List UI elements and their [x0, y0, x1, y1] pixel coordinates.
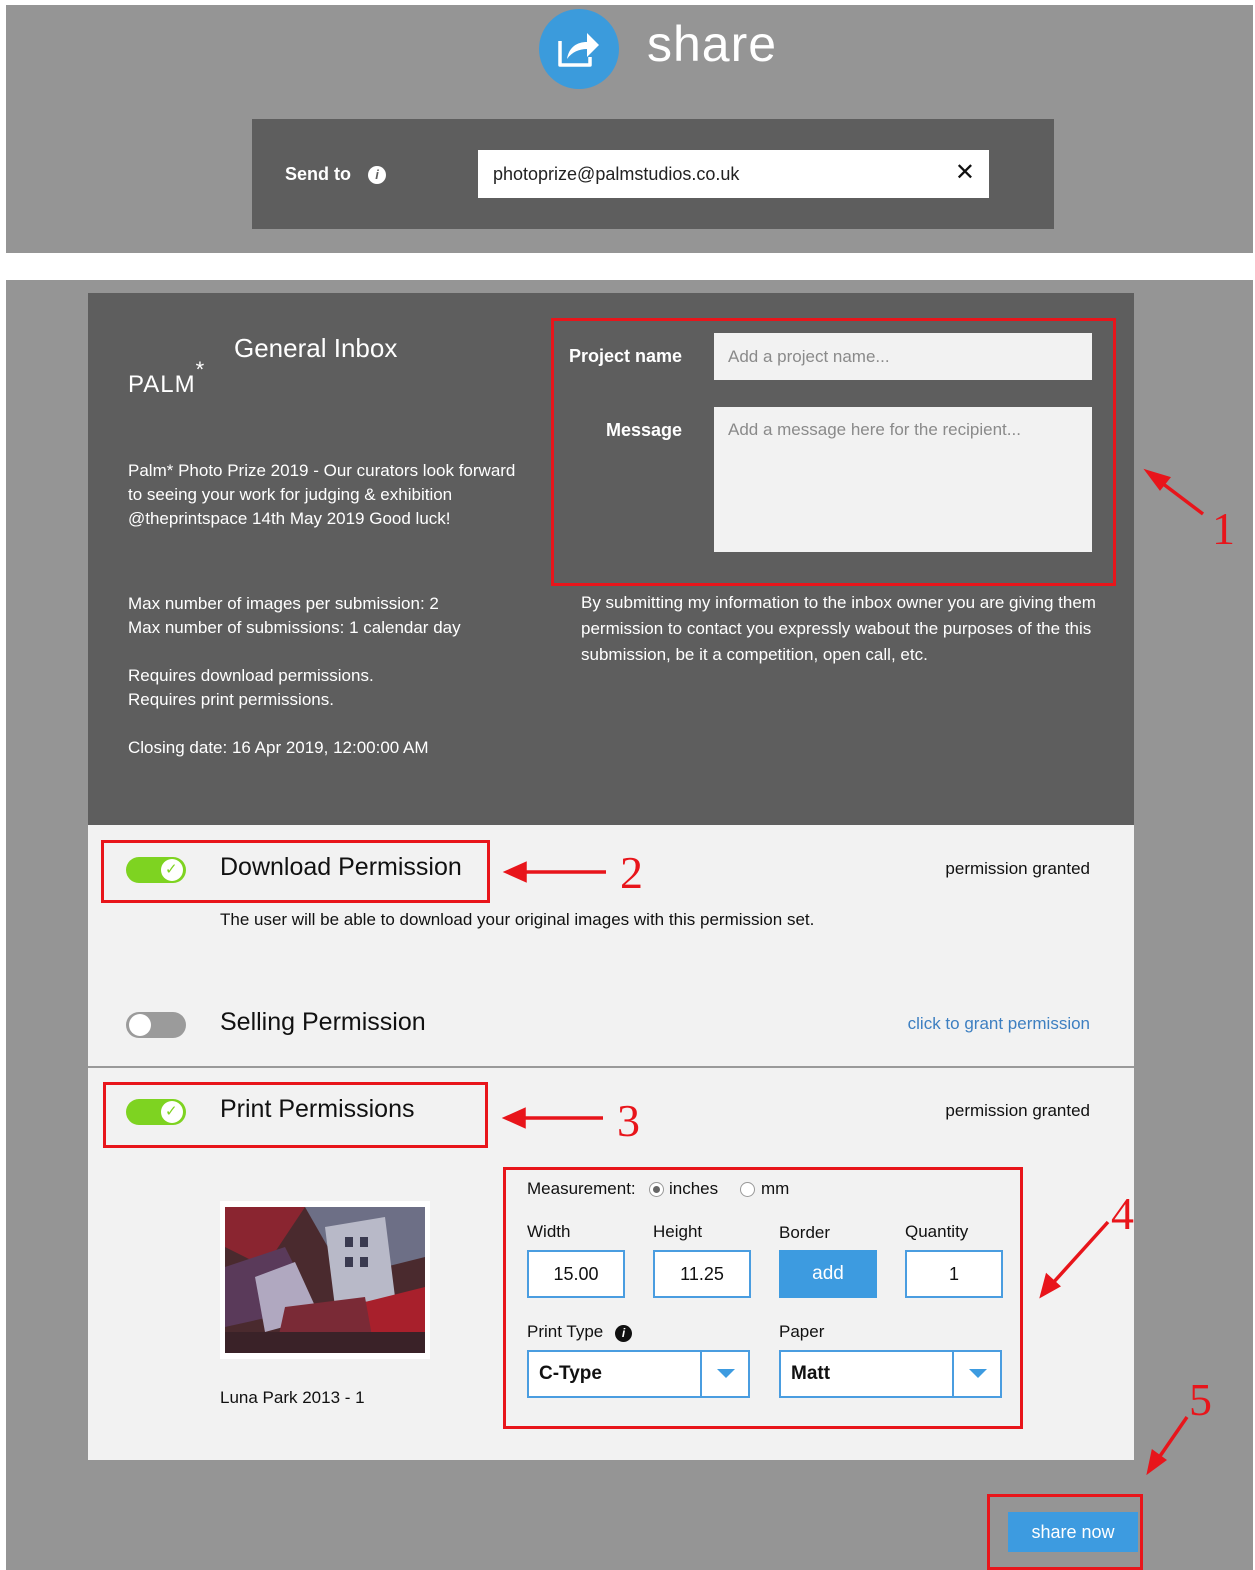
annotation-arrows [501, 468, 1205, 1476]
